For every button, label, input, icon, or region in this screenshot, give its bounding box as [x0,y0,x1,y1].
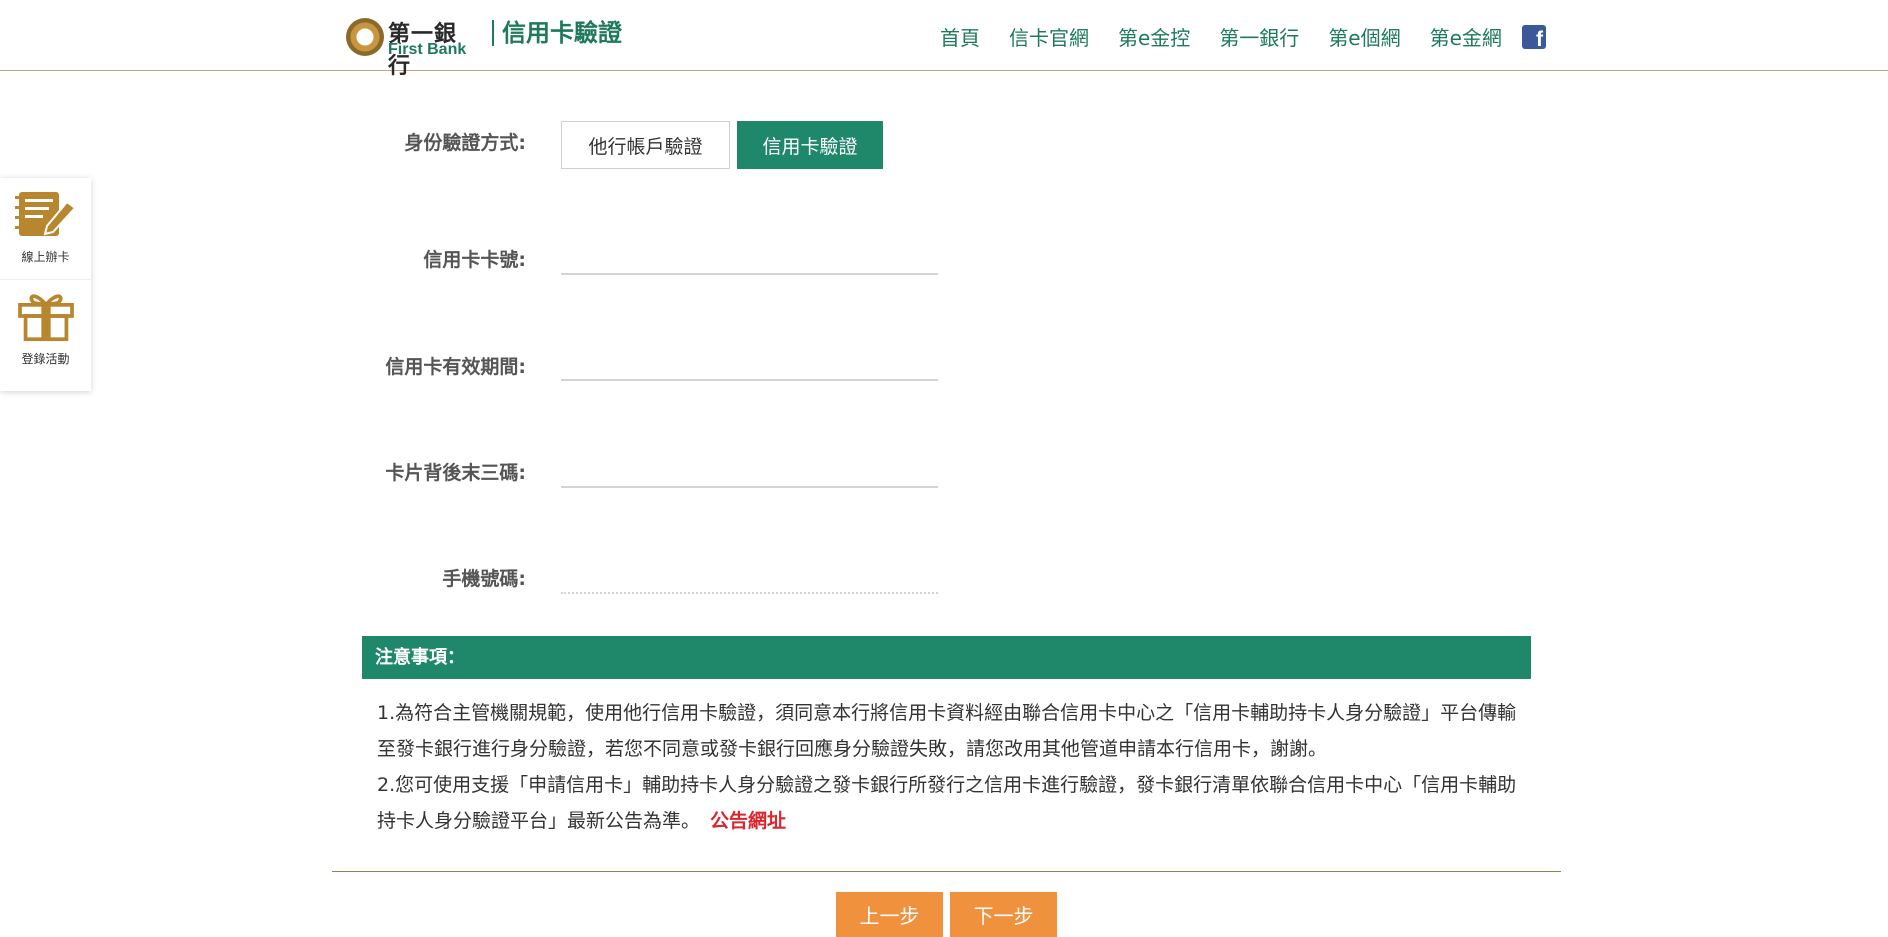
site-title: 信用卡驗證 [492,20,622,46]
section-divider [332,871,1561,872]
mobile-input[interactable] [561,556,938,594]
notice-item-2: 2.您可使用支援「申請信用卡」輔助持卡人身分驗證之發卡銀行所發行之信用卡進行驗證… [377,767,1517,839]
site-header: 第一銀行 First Bank 信用卡驗證 首頁 信卡官網 第e金控 第一銀行 … [0,0,1888,79]
card-number-input[interactable] [561,237,938,275]
side-item-apply-online[interactable]: 線上辦卡 [0,178,91,280]
logo-seal-icon [346,18,384,56]
side-item-label: 登錄活動 [21,352,70,366]
tab-other-bank-account[interactable]: 他行帳戶驗證 [561,121,730,169]
notice-title: 注意事項： [362,636,1531,679]
verification-method-label: 身份驗證方式: [404,132,526,154]
side-quick-menu: 線上辦卡 登錄活動 [0,178,91,391]
nav-item-corporate-banking[interactable]: 第e金網 [1430,22,1502,51]
previous-step-button[interactable]: 上一步 [836,892,943,937]
side-item-label: 線上辦卡 [21,250,70,264]
nav-item-first-bank[interactable]: 第一銀行 [1219,22,1299,51]
facebook-icon[interactable]: f [1522,25,1546,49]
expiry-label: 信用卡有效期間: [385,356,526,378]
nav-item-card-site[interactable]: 信卡官網 [1009,22,1089,51]
expiry-input[interactable] [561,343,938,381]
side-item-register-event[interactable]: 登錄活動 [0,280,91,380]
first-bank-logo[interactable]: 第一銀行 First Bank [346,16,476,79]
announcement-link[interactable]: 公告網址 [710,810,786,832]
card-number-label: 信用卡卡號: [423,249,526,271]
nav-item-personal-banking[interactable]: 第e個網 [1328,22,1400,51]
tab-credit-card[interactable]: 信用卡驗證 [737,121,883,169]
logo-english-name: First Bank [388,41,467,58]
notice-item-2-text: 2.您可使用支援「申請信用卡」輔助持卡人身分驗證之發卡銀行所發行之信用卡進行驗證… [377,774,1517,832]
nav-item-financial-holding[interactable]: 第e金控 [1118,22,1190,51]
notice-item-1: 1.為符合主管機關規範，使用他行信用卡驗證，須同意本行將信用卡資料經由聯合信用卡… [377,702,1517,760]
gift-icon [17,294,74,342]
next-step-button[interactable]: 下一步 [950,892,1057,937]
notice-body: 1.為符合主管機關規範，使用他行信用卡驗證，須同意本行將信用卡資料經由聯合信用卡… [377,695,1517,839]
notebook-pen-icon [14,192,76,236]
cvv-input[interactable] [561,450,938,488]
mobile-label: 手機號碼: [442,568,526,590]
cvv-label: 卡片背後末三碼: [385,462,526,484]
nav-item-home[interactable]: 首頁 [940,22,980,51]
top-nav: 首頁 信卡官網 第e金控 第一銀行 第e個網 第e金網 [940,22,1531,51]
